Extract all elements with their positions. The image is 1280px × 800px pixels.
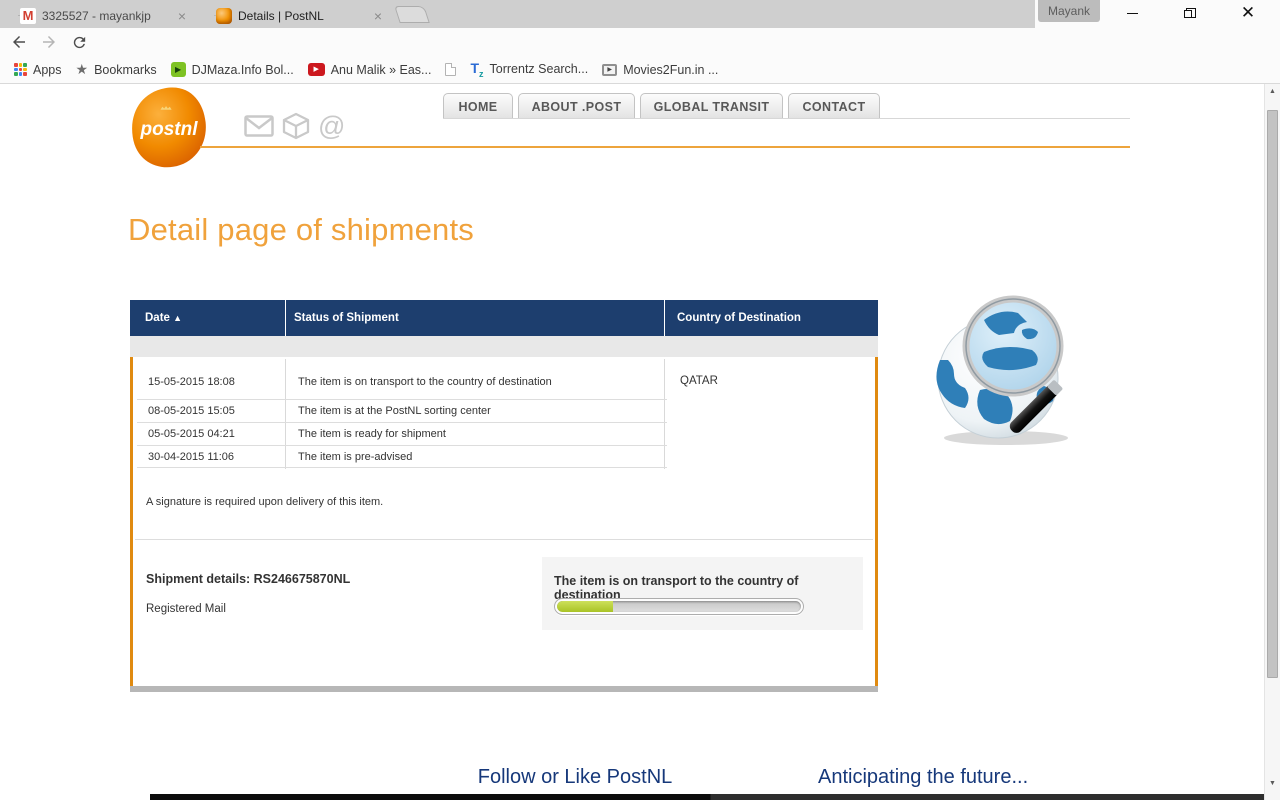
page-scrollbar[interactable]: ▲ ▼ [1264, 84, 1280, 800]
column-date[interactable]: Date ▲ [145, 300, 182, 336]
progress-fill [557, 601, 613, 612]
tab-strip: M 3325527 - mayankjp × Details | PostNL … [0, 0, 1280, 28]
close-window-button[interactable]: ✕ [1228, 0, 1268, 26]
table-row[interactable]: 30-04-2015 11:06 The item is pre-advised [137, 446, 667, 468]
forward-icon [40, 33, 58, 51]
djmaza-icon: ▶ [171, 62, 186, 77]
table-header: Date ▲ Status of Shipment Country of Des… [130, 300, 878, 336]
footer-anticipating-title: Anticipating the future... [818, 766, 1028, 789]
globe-magnifier-image [918, 288, 1096, 453]
browser-toolbar: www.postnl.post/details/ ☆ S [0, 28, 1280, 56]
tab-title: 3325527 - mayankjp [42, 9, 168, 23]
postnl-logo-icon: postnl [128, 85, 210, 171]
apps-grid-icon [14, 63, 27, 76]
page-icon [445, 63, 456, 76]
scrollbar-thumb[interactable] [1267, 110, 1278, 678]
tab-gmail[interactable]: M 3325527 - mayankjp × [8, 3, 198, 28]
bookmarks-shortcut[interactable]: ★ Bookmarks [76, 61, 157, 78]
status-box: The item is on transport to the country … [542, 557, 863, 630]
parcel-icon [282, 112, 310, 140]
table-row[interactable]: 05-05-2015 04:21 The item is ready for s… [137, 423, 667, 446]
footer-follow-title: Follow or Like PostNL [450, 766, 700, 789]
star-icon: ★ [76, 61, 89, 78]
bookmarks-bar: Apps ★ Bookmarks ▶ DJMaza.Info Bol... ▶ … [0, 56, 1280, 84]
table-shadow [130, 686, 878, 692]
youtube-icon: ▶ [308, 63, 325, 76]
nav-baseline [443, 118, 1130, 119]
sort-asc-icon: ▲ [173, 313, 182, 323]
bookmark-blank-page[interactable] [445, 63, 456, 76]
shipment-table: 15-05-2015 18:08 The item is on transpor… [130, 357, 878, 686]
country-value: QATAR [673, 375, 718, 387]
torrentz-icon: Tz [470, 60, 483, 79]
tab-postnl[interactable]: Details | PostNL × [204, 3, 394, 28]
scroll-up-button[interactable]: ▲ [1265, 84, 1280, 100]
service-icons: @ [244, 112, 345, 140]
orange-divider [200, 146, 1130, 148]
back-icon [10, 33, 28, 51]
back-button[interactable] [8, 31, 30, 53]
minimize-icon [1127, 13, 1138, 14]
restore-icon [1184, 8, 1194, 18]
minimize-button[interactable] [1112, 0, 1152, 26]
bookmark-movies2fun[interactable]: ▶ Movies2Fun.in ... [602, 63, 718, 77]
page-title: Detail page of shipments [128, 212, 474, 248]
screen: M 3325527 - mayankjp × Details | PostNL … [0, 0, 1280, 800]
bookmark-djmaza[interactable]: ▶ DJMaza.Info Bol... [171, 62, 294, 77]
tab-title: Details | PostNL [238, 9, 364, 23]
nav-tab-about[interactable]: ABOUT .POST [518, 93, 635, 119]
bookmark-torrentz[interactable]: Tz Torrentz Search... [470, 60, 588, 79]
column-status[interactable]: Status of Shipment [294, 300, 399, 336]
postnl-favicon-icon [216, 8, 232, 24]
svg-text:postnl: postnl [140, 119, 199, 140]
new-tab-button[interactable] [394, 6, 430, 23]
close-icon: ✕ [1241, 6, 1255, 20]
mail-type-label: Registered Mail [146, 603, 226, 615]
play-icon: ▶ [602, 64, 617, 76]
table-row[interactable]: 15-05-2015 18:08 The item is on transpor… [137, 364, 667, 400]
shipment-details-label: Shipment details: RS246675870NL [146, 572, 350, 586]
reload-button[interactable] [68, 31, 90, 53]
gmail-icon: M [20, 8, 36, 24]
nav-tab-contact[interactable]: CONTACT [788, 93, 880, 119]
at-icon: @ [318, 113, 345, 140]
postnl-logo[interactable]: postnl [128, 85, 210, 176]
nav-tab-home[interactable]: HOME [443, 93, 513, 119]
mail-icon [244, 114, 274, 138]
restore-button[interactable] [1169, 0, 1209, 26]
close-icon[interactable]: × [174, 8, 190, 24]
table-subheader-band [130, 336, 878, 357]
forward-button[interactable] [38, 31, 60, 53]
signature-note: A signature is required upon delivery of… [146, 496, 383, 508]
table-row[interactable]: 08-05-2015 15:05 The item is at the Post… [137, 400, 667, 423]
profile-badge[interactable]: Mayank [1038, 0, 1100, 22]
column-country[interactable]: Country of Destination [677, 300, 801, 336]
bookmark-anu-malik[interactable]: ▶ Anu Malik » Eas... [308, 63, 432, 77]
close-icon[interactable]: × [370, 8, 386, 24]
reload-icon [71, 34, 88, 51]
progress-bar [554, 598, 804, 615]
apps-shortcut[interactable]: Apps [14, 63, 62, 77]
nav-tab-global-transit[interactable]: GLOBAL TRANSIT [640, 93, 783, 119]
footer-strip [150, 794, 1264, 800]
scroll-down-button[interactable]: ▼ [1265, 776, 1280, 792]
